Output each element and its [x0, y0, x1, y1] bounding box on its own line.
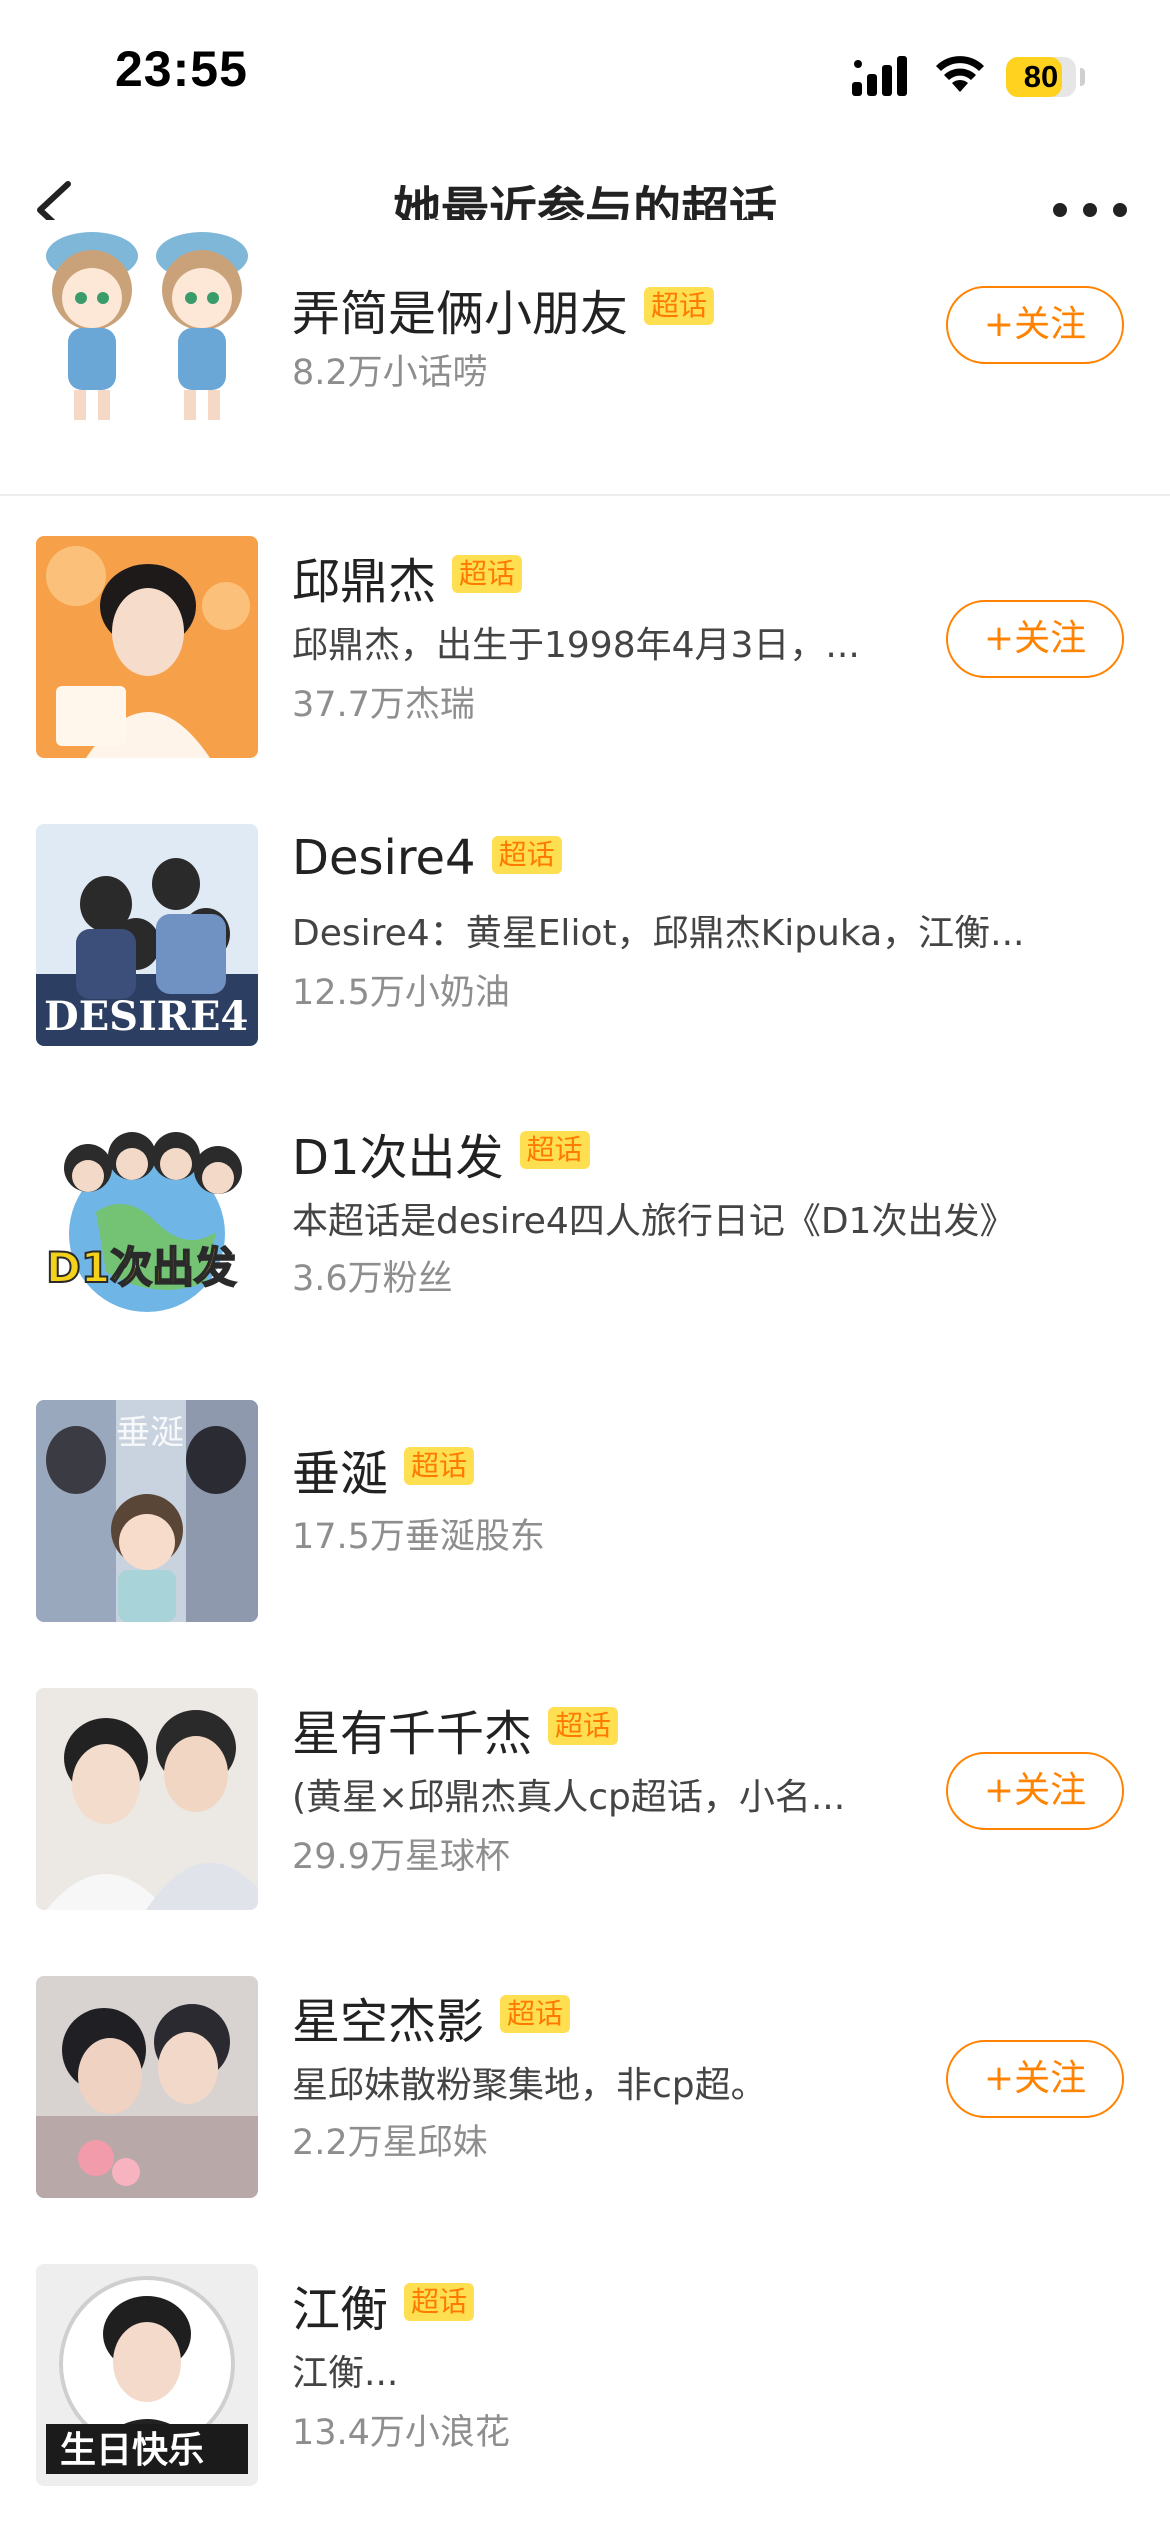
desire4-group-image: DESIRE4	[36, 824, 258, 1046]
topic-avatar: 垂涎	[36, 1400, 258, 1622]
topic-description: Desire4：黄星Eliot，邱鼎杰Kipuka，江衡...	[292, 913, 1025, 954]
cellular-signal-icon	[852, 56, 907, 96]
topic-avatar	[36, 536, 258, 758]
status-bar: 23:55 80	[0, 0, 1170, 150]
status-time: 23:55	[115, 41, 248, 97]
topic-description: 本超话是desire4四人旅行日记《D1次出发》	[292, 1201, 1016, 1242]
chibi-twins-image	[36, 220, 258, 442]
super-topic-badge: 超话	[404, 2283, 475, 2321]
topic-avatar: DESIRE4	[36, 824, 258, 1046]
topic-texts: 垂涎 超话 17.5万垂涎股东	[292, 1360, 932, 1648]
topic-row[interactable]: 生日快乐 江衡 超话 江衡... 13.4万小浪花	[0, 2224, 1170, 2532]
topic-row[interactable]: 垂涎 垂涎 超话 17.5万垂涎股东	[0, 1360, 1170, 1650]
topic-name: D1次出发	[292, 1130, 504, 1186]
topic-name: 弄简是俩小朋友	[292, 286, 629, 342]
battery-level-text: 80	[1023, 59, 1059, 94]
topic-description: 星邱妹散粉聚集地，非cp超。	[292, 2065, 767, 2106]
super-topic-badge: 超话	[500, 1995, 571, 2033]
topic-fans-count: 13.4万小浪花	[292, 2413, 510, 2453]
chuixian-illustration-image: 垂涎	[36, 1400, 258, 1622]
topic-avatar	[36, 220, 258, 442]
topic-name: 江衡	[292, 2282, 389, 2338]
topic-fans-count: 2.2万星邱妹	[292, 2123, 488, 2163]
topic-name: Desire4	[292, 830, 476, 886]
topic-description: (黄星×邱鼎杰真人cp超话，小名...	[292, 1777, 846, 1818]
topic-title-line: 星有千千杰 超话	[292, 1694, 619, 1764]
topic-texts: 江衡 超话 江衡... 13.4万小浪花	[292, 2224, 932, 2512]
topic-title-line: 邱鼎杰 超话	[292, 542, 523, 612]
jiangheng-birthday-image: 生日快乐	[36, 2264, 258, 2486]
super-topic-badge: 超话	[452, 555, 523, 593]
topic-name: 星有千千杰	[292, 1706, 533, 1762]
topic-row[interactable]: 星空杰影 超话 星邱妹散粉聚集地，非cp超。 2.2万星邱妹 +关注	[0, 1936, 1170, 2226]
topic-avatar	[36, 1688, 258, 1910]
battery-indicator: 80	[1006, 57, 1076, 97]
birthday-portrait-image	[36, 536, 258, 758]
follow-button[interactable]: +关注	[946, 2040, 1124, 2118]
topic-texts: 邱鼎杰 超话 邱鼎杰，出生于1998年4月3日，... 37.7万杰瑞	[292, 496, 932, 784]
topic-row[interactable]: 星有千千杰 超话 (黄星×邱鼎杰真人cp超话，小名... 29.9万星球杯 +关注	[0, 1648, 1170, 1938]
follow-button[interactable]: +关注	[946, 600, 1124, 678]
battery-tip	[1080, 68, 1085, 86]
super-topic-badge: 超话	[644, 287, 715, 325]
star-jay-photo-image	[36, 1976, 258, 2198]
topic-row[interactable]: D1次出发 D1次出发 超话 本超话是desire4四人旅行日记《D1次出发》 3…	[0, 1072, 1170, 1362]
thumb-caption: DESIRE4	[44, 993, 248, 1040]
thumb-caption: D1次出发	[46, 1243, 236, 1292]
super-topic-badge: 超话	[404, 1447, 475, 1485]
topic-title-line: 弄简是俩小朋友 超话	[292, 274, 715, 344]
topic-description: 江衡...	[292, 2353, 399, 2394]
follow-button[interactable]: +关注	[946, 1752, 1124, 1830]
topic-title-line: Desire4 超话	[292, 830, 562, 886]
topic-title-line: 江衡 超话	[292, 2270, 475, 2340]
topic-fans-count: 17.5万垂涎股东	[292, 1517, 545, 1557]
super-topic-badge: 超话	[519, 1131, 590, 1169]
topic-title-line: D1次出发 超话	[292, 1118, 590, 1188]
two-boys-photo-image	[36, 1688, 258, 1910]
topic-avatar: 生日快乐	[36, 2264, 258, 2486]
topic-row[interactable]: 弄简是俩小朋友 超话 8.2万小话唠 +关注	[0, 220, 1170, 496]
topic-row[interactable]: 邱鼎杰 超话 邱鼎杰，出生于1998年4月3日，... 37.7万杰瑞 +关注	[0, 496, 1170, 786]
topic-title-line: 星空杰影 超话	[292, 1982, 571, 2052]
topic-row[interactable]: DESIRE4 Desire4 超话 Desire4：黄星Eliot，邱鼎杰Kip…	[0, 784, 1170, 1074]
topic-avatar	[36, 1976, 258, 2198]
topic-name: 邱鼎杰	[292, 554, 437, 610]
topic-name: 星空杰影	[292, 1994, 485, 2050]
topic-title-line: 垂涎 超话	[292, 1434, 475, 1504]
topic-fans-count: 12.5万小奶油	[292, 973, 510, 1013]
topic-texts: 星有千千杰 超话 (黄星×邱鼎杰真人cp超话，小名... 29.9万星球杯	[292, 1648, 932, 1936]
topic-texts: 弄简是俩小朋友 超话 8.2万小话唠	[292, 220, 932, 508]
topic-texts: D1次出发 超话 本超话是desire4四人旅行日记《D1次出发》 3.6万粉丝	[292, 1072, 1015, 1360]
topic-name: 垂涎	[292, 1446, 389, 1502]
topic-fans-count: 29.9万星球杯	[292, 1837, 510, 1877]
super-topic-badge: 超话	[548, 1707, 619, 1745]
thumb-caption: 垂涎	[116, 1413, 184, 1453]
topic-fans-count: 37.7万杰瑞	[292, 685, 475, 725]
topic-texts: Desire4 超话 Desire4：黄星Eliot，邱鼎杰Kipuka，江衡..…	[292, 784, 1024, 1072]
topic-avatar: D1次出发	[36, 1112, 258, 1334]
d1-travel-logo-image: D1次出发	[36, 1112, 258, 1334]
topic-fans-count: 3.6万粉丝	[292, 1259, 453, 1299]
topic-description: 邱鼎杰，出生于1998年4月3日，...	[292, 625, 860, 666]
topic-fans-count: 8.2万小话唠	[292, 353, 488, 393]
thumb-caption: 生日快乐	[60, 2430, 204, 2471]
super-topic-badge: 超话	[491, 836, 562, 874]
topic-texts: 星空杰影 超话 星邱妹散粉聚集地，非cp超。 2.2万星邱妹	[292, 1936, 932, 2224]
wifi-icon	[936, 56, 984, 92]
follow-button[interactable]: +关注	[946, 286, 1124, 364]
